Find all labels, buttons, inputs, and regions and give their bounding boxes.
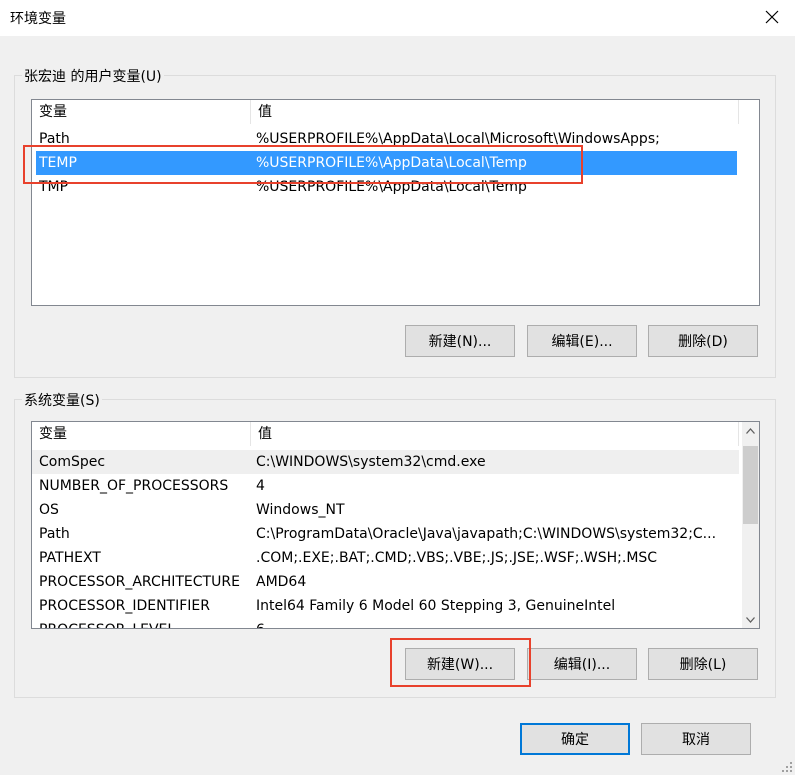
system-vars-group-label: 系统变量(S) — [22, 390, 102, 410]
table-row[interactable]: PATHEXT .COM;.EXE;.BAT;.CMD;.VBS;.VBE;.J… — [32, 546, 739, 570]
resize-grip-icon[interactable] — [781, 761, 793, 773]
cancel-button[interactable]: 取消 — [641, 723, 751, 755]
close-button[interactable] — [749, 0, 795, 34]
ok-button[interactable]: 确定 — [520, 723, 630, 755]
user-delete-button[interactable]: 删除(D) — [648, 325, 758, 357]
user-new-button[interactable]: 新建(N)... — [405, 325, 515, 357]
table-row[interactable]: PROCESSOR_LEVEL 6 — [32, 618, 739, 628]
var-name: PROCESSOR_ARCHITECTURE — [39, 574, 240, 590]
var-name: Path — [39, 526, 70, 542]
var-value: AMD64 — [256, 574, 307, 590]
column-header-name[interactable]: 变量 — [32, 422, 251, 446]
table-row[interactable]: NUMBER_OF_PROCESSORS 4 — [32, 474, 739, 498]
scroll-up-button[interactable] — [742, 422, 759, 439]
scroll-down-button[interactable] — [742, 611, 759, 628]
system-edit-button[interactable]: 编辑(I)... — [527, 648, 637, 680]
user-vars-list[interactable]: 变量 值 Path %USERPROFILE%\AppData\Local\Mi… — [31, 99, 760, 306]
var-value: Windows_NT — [256, 502, 345, 518]
var-name: OS — [39, 502, 59, 518]
var-value: C:\ProgramData\Oracle\Java\javapath;C:\W… — [256, 526, 717, 542]
chevron-down-icon — [746, 616, 755, 623]
table-row[interactable]: ComSpec C:\WINDOWS\system32\cmd.exe — [32, 450, 739, 474]
table-row[interactable]: PROCESSOR_ARCHITECTURE AMD64 — [32, 570, 739, 594]
system-vars-list[interactable]: 变量 值 ComSpec C:\WINDOWS\system32\cmd.exe… — [31, 421, 760, 629]
var-value: %USERPROFILE%\AppData\Local\Microsoft\Wi… — [256, 131, 660, 147]
table-row[interactable]: OS Windows_NT — [32, 498, 739, 522]
var-name: TEMP — [39, 155, 77, 171]
var-value: %USERPROFILE%\AppData\Local\Temp — [256, 155, 527, 171]
var-value: .COM;.EXE;.BAT;.CMD;.VBS;.VBE;.JS;.JSE;.… — [256, 550, 658, 566]
var-name: PATHEXT — [39, 550, 101, 566]
var-name: TMP — [39, 179, 69, 195]
user-vars-group-label: 张宏迪 的用户变量(U) — [22, 66, 164, 86]
var-value: 6 — [256, 618, 265, 628]
column-header-value[interactable]: 值 — [251, 100, 739, 124]
table-row-selected[interactable]: TEMP %USERPROFILE%\AppData\Local\Temp — [36, 151, 737, 175]
table-row[interactable]: TMP %USERPROFILE%\AppData\Local\Temp — [36, 175, 741, 199]
table-row[interactable]: PROCESSOR_IDENTIFIER Intel64 Family 6 Mo… — [32, 594, 739, 618]
var-value: Intel64 Family 6 Model 60 Stepping 3, Ge… — [256, 598, 616, 614]
user-vars-header: 变量 值 — [32, 100, 759, 124]
var-value: 4 — [256, 478, 265, 494]
table-row[interactable]: Path C:\ProgramData\Oracle\Java\javapath… — [32, 522, 739, 546]
var-value: %USERPROFILE%\AppData\Local\Temp — [256, 179, 527, 195]
column-header-value[interactable]: 值 — [251, 422, 739, 446]
scroll-thumb[interactable] — [743, 446, 758, 524]
table-row[interactable]: Path %USERPROFILE%\AppData\Local\Microso… — [36, 127, 741, 151]
var-name: PROCESSOR_IDENTIFIER — [39, 598, 210, 614]
system-new-button[interactable]: 新建(W)... — [405, 648, 515, 680]
window-title: 环境变量 — [10, 11, 66, 27]
var-name: ComSpec — [39, 454, 106, 470]
var-name: NUMBER_OF_PROCESSORS — [39, 478, 229, 494]
user-edit-button[interactable]: 编辑(E)... — [527, 325, 637, 357]
var-value: C:\WINDOWS\system32\cmd.exe — [256, 454, 486, 470]
var-name: PROCESSOR_LEVEL — [39, 618, 175, 628]
system-delete-button[interactable]: 删除(L) — [648, 648, 758, 680]
column-header-name[interactable]: 变量 — [32, 100, 251, 124]
system-vars-header: 变量 值 — [32, 422, 742, 446]
chevron-up-icon — [746, 427, 755, 434]
var-name: Path — [39, 131, 70, 147]
title-bar: 环境变量 — [0, 0, 795, 36]
system-vars-scrollbar[interactable] — [742, 422, 759, 628]
close-icon — [765, 10, 779, 24]
